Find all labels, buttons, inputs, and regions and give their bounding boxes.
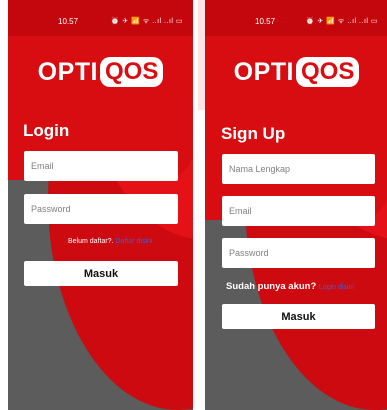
full-name-field[interactable] bbox=[222, 154, 375, 184]
signup-screen: 10.57 ⏰ ✈ 📶 ᯤ ..ıl ..ıl ▭ OPTI QOS Sign … bbox=[205, 0, 387, 410]
email-field[interactable] bbox=[222, 196, 375, 226]
logo-prefix: OPTI bbox=[233, 57, 294, 86]
register-link[interactable]: Daftar disini bbox=[115, 238, 152, 245]
login-screen: 10.57 ⏰ ✈ 📶 ᯤ ..ıl ..ıl ▭ OPTI QOS Login… bbox=[8, 0, 193, 410]
signup-submit-button[interactable]: Masuk bbox=[222, 304, 375, 329]
app-logo: OPTI QOS bbox=[8, 56, 193, 88]
email-field[interactable] bbox=[24, 151, 178, 181]
password-field[interactable] bbox=[24, 194, 178, 224]
status-icons: ⏰ ✈ 📶 ᯤ ..ıl ..ıl ▭ bbox=[110, 18, 183, 25]
login-prompt-text: Sudah punya akun? bbox=[226, 281, 317, 292]
status-bar: 10.57 ⏰ ✈ 📶 ᯤ ..ıl ..ıl ▭ bbox=[205, 0, 387, 36]
status-time: 10.57 bbox=[58, 17, 79, 26]
page-title: Login bbox=[23, 121, 70, 140]
status-icons: ⏰ ✈ 📶 ᯤ ..ıl ..ıl ▭ bbox=[305, 18, 378, 25]
logo-boxed: QOS bbox=[100, 57, 164, 87]
login-prompt: Sudah punya akun? Login disini bbox=[226, 281, 354, 292]
status-time: 10.57 bbox=[255, 17, 276, 26]
page-title: Sign Up bbox=[221, 124, 286, 143]
login-button[interactable]: Masuk bbox=[24, 261, 178, 286]
logo-boxed: QOS bbox=[296, 57, 360, 87]
app-logo: OPTI QOS bbox=[205, 56, 387, 88]
password-field[interactable] bbox=[222, 238, 375, 268]
login-link[interactable]: Login disini bbox=[319, 284, 354, 291]
register-prompt: Belum daftar?. Daftar disini bbox=[68, 238, 152, 245]
logo-prefix: OPTI bbox=[37, 57, 98, 86]
register-prompt-text: Belum daftar?. bbox=[68, 238, 114, 245]
status-bar: 10.57 ⏰ ✈ 📶 ᯤ ..ıl ..ıl ▭ bbox=[8, 0, 193, 36]
